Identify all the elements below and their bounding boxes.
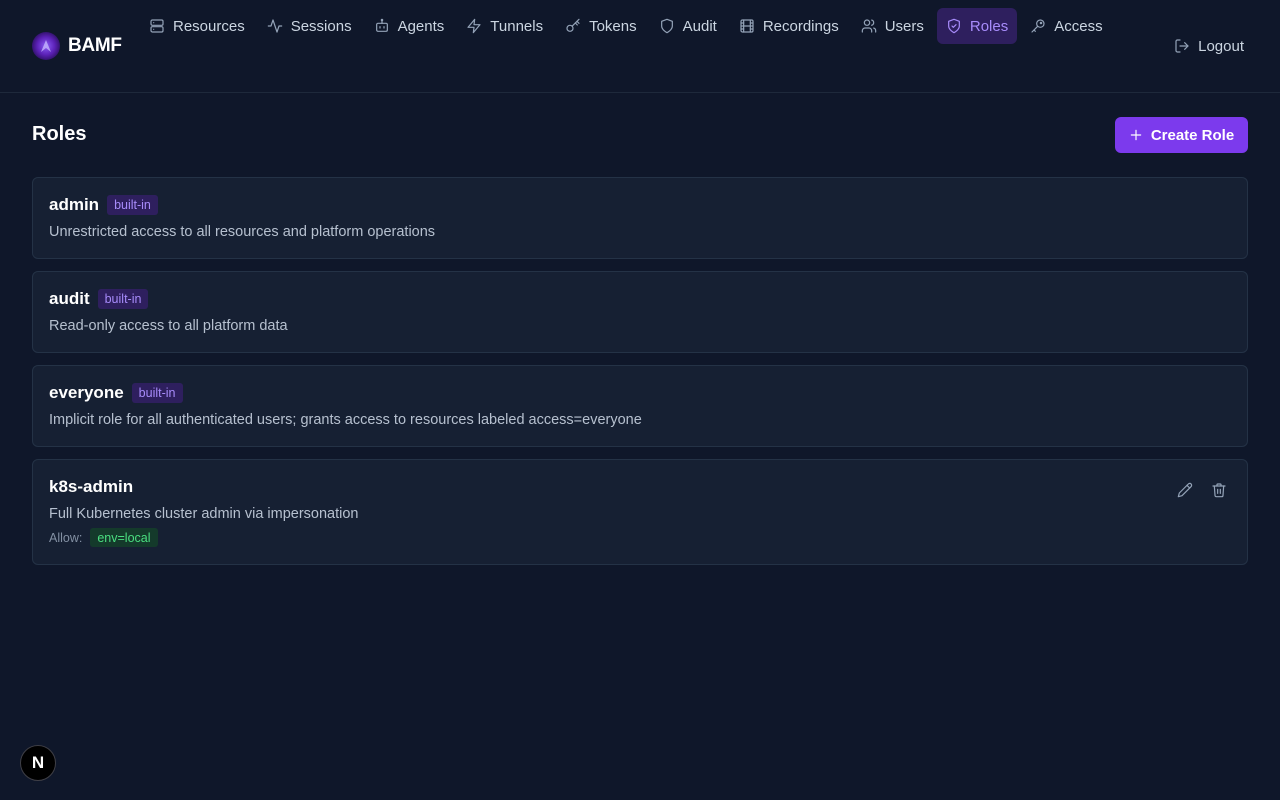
role-description: Unrestricted access to all resources and… xyxy=(49,224,436,240)
nav-item-resources[interactable]: Resources xyxy=(140,8,254,44)
role-card-admin[interactable]: admin built-in Unrestricted access to al… xyxy=(32,177,1248,259)
nav-item-label: Recordings xyxy=(762,17,839,35)
nav-item-tunnels[interactable]: Tunnels xyxy=(457,8,552,44)
built-in-badge: built-in xyxy=(131,383,183,403)
nav-item-label: Audit xyxy=(682,17,717,35)
nav-item-label: Access xyxy=(1054,17,1103,35)
main-nav: Resources Sessions Agents Tunnels Tokens… xyxy=(140,8,1140,44)
create-role-button[interactable]: Create Role xyxy=(1115,117,1248,153)
role-name: everyone xyxy=(49,383,124,402)
role-name: k8s-admin xyxy=(49,477,134,496)
key-icon xyxy=(566,18,580,32)
role-description: Read-only access to all platform data xyxy=(49,318,288,334)
role-name: admin xyxy=(49,195,100,214)
bot-icon xyxy=(375,18,388,32)
shield-check-icon xyxy=(947,18,960,34)
nav-item-label: Sessions xyxy=(290,17,352,35)
role-card-audit[interactable]: audit built-in Read-only access to all p… xyxy=(32,271,1248,353)
nav-item-roles[interactable]: Roles xyxy=(936,8,1018,44)
nav-item-label: Tunnels xyxy=(490,17,544,35)
allow-label: Allow: xyxy=(49,530,83,545)
allow-tag: env=local xyxy=(90,528,158,547)
dev-indicator-label: N xyxy=(31,753,45,772)
brand-name: BAMF xyxy=(68,35,122,56)
nav-item-label: Agents xyxy=(397,17,445,35)
users-icon xyxy=(861,19,876,33)
nav-item-recordings[interactable]: Recordings xyxy=(730,8,848,44)
nav-item-tokens[interactable]: Tokens xyxy=(556,8,646,44)
nav-item-label: Resources xyxy=(173,17,245,35)
create-role-label: Create Role xyxy=(1150,126,1235,144)
nav-item-label: Roles xyxy=(969,17,1009,35)
delete-trash-icon[interactable] xyxy=(1211,482,1227,498)
logout-button[interactable]: Logout xyxy=(1174,28,1244,64)
logout-label: Logout xyxy=(1198,37,1244,55)
shield-icon xyxy=(660,18,673,34)
role-name: audit xyxy=(49,289,90,308)
built-in-badge: built-in xyxy=(97,289,149,309)
brand[interactable]: BAMF xyxy=(32,31,122,61)
logout-icon xyxy=(1175,39,1189,53)
built-in-badge: built-in xyxy=(107,195,158,215)
edit-pencil-icon[interactable] xyxy=(1177,482,1193,498)
top-header: BAMF Resources Sessions Agents Tunnels T… xyxy=(0,0,1280,93)
bamf-logo-icon xyxy=(32,32,60,60)
server-icon xyxy=(150,19,164,33)
nav-item-label: Users xyxy=(884,17,924,35)
role-card-k8s-admin[interactable]: k8s-admin Full Kubernetes cluster admin … xyxy=(32,459,1248,565)
activity-icon xyxy=(267,19,282,33)
nav-item-users[interactable]: Users xyxy=(852,8,933,44)
nav-item-agents[interactable]: Agents xyxy=(365,8,454,44)
film-icon xyxy=(740,19,754,33)
key-round-icon xyxy=(1031,19,1045,33)
plus-icon xyxy=(1130,129,1142,141)
allow-labels-row: Allow: env=local xyxy=(49,528,158,547)
nav-item-audit[interactable]: Audit xyxy=(650,8,726,44)
role-actions xyxy=(1177,482,1227,498)
page-title: Roles xyxy=(32,123,87,145)
nav-item-label: Tokens xyxy=(589,17,637,35)
role-description: Implicit role for all authenticated user… xyxy=(49,412,642,428)
nav-item-sessions[interactable]: Sessions xyxy=(258,8,361,44)
nav-item-access[interactable]: Access xyxy=(1021,8,1111,44)
zap-icon xyxy=(467,18,481,34)
role-description: Full Kubernetes cluster admin via impers… xyxy=(49,506,359,522)
dev-indicator-button[interactable]: N xyxy=(20,745,56,781)
role-card-everyone[interactable]: everyone built-in Implicit role for all … xyxy=(32,365,1248,447)
